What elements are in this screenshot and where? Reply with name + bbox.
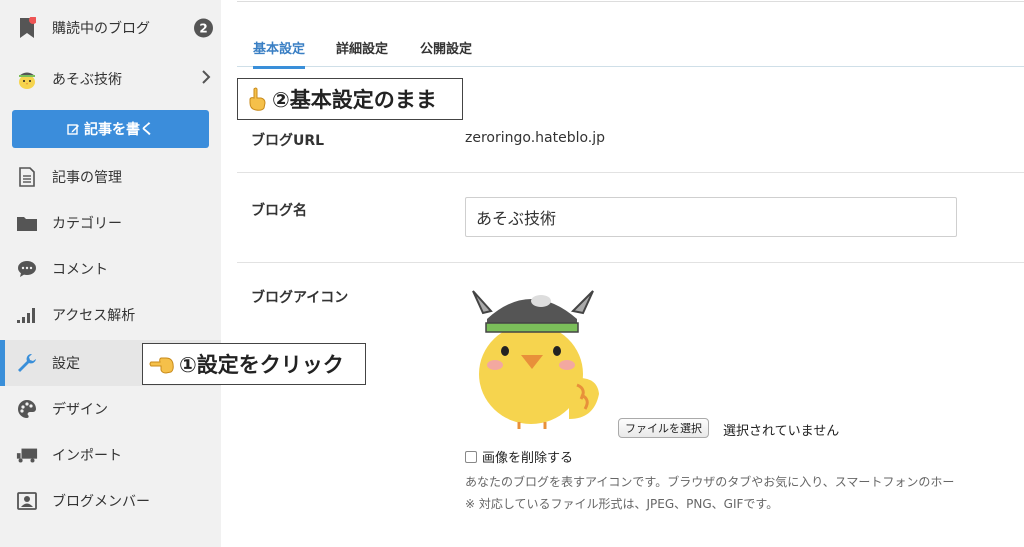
sidebar-item-partial (0, 526, 221, 547)
annotation-step-1-text: ①設定をクリック (179, 353, 344, 377)
folder-icon (16, 212, 38, 234)
sidebar-item-label: アクセス解析 (52, 308, 136, 324)
wrench-icon (16, 352, 38, 374)
file-status-text: 選択されていません (723, 424, 840, 439)
sidebar-item-label: コメント (52, 262, 108, 278)
annotation-step-2: ②基本設定のまま (237, 78, 463, 120)
chevron-right-icon (202, 70, 211, 88)
signal-bars-icon (16, 304, 38, 326)
blog-icon-image (472, 290, 599, 429)
sidebar-item-label: 購読中のブログ (52, 21, 150, 37)
sidebar-item-analytics[interactable]: アクセス解析 (0, 292, 221, 338)
pointing-up-hand-icon (246, 87, 268, 111)
write-article-button[interactable]: 記事を書く (12, 110, 209, 148)
sidebar-item-label: あそぶ技術 (52, 72, 122, 88)
blog-url-value: zeroringo.hateblo.jp (465, 130, 606, 146)
tab-publish-settings[interactable]: 公開設定 (420, 38, 472, 69)
sidebar: 購読中のブログ 2 あそぶ技術 記事を書く 記事の管理 カテゴリー コメント ア… (0, 0, 221, 547)
pointing-left-hand-icon (149, 354, 175, 374)
sidebar-item-members[interactable]: ブログメンバー (0, 478, 221, 524)
settings-tabs: 基本設定 詳細設定 公開設定 (237, 30, 1024, 69)
group-icon (16, 538, 38, 547)
members-icon (16, 490, 38, 512)
icon-help-text: あなたのブログを表すアイコンです。ブラウザのタブやお気に入り、スマートフォンのホ… (465, 475, 955, 489)
delete-image-option[interactable]: 画像を削除する (465, 447, 573, 466)
delete-image-checkbox[interactable] (465, 450, 477, 463)
annotation-step-2-text: ②基本設定のまま (272, 88, 437, 112)
blog-name-label: ブログ名 (251, 203, 307, 219)
sidebar-item-label: カテゴリー (52, 216, 122, 232)
annotation-step-1: ①設定をクリック (142, 343, 366, 385)
sidebar-item-articles[interactable]: 記事の管理 (0, 154, 221, 200)
write-article-label: 記事を書く (84, 122, 154, 138)
blog-name-input[interactable] (465, 197, 957, 237)
blog-url-label: ブログURL (251, 133, 325, 149)
file-format-note: ※ 対応しているファイル形式は、JPEG、PNG、GIFです。 (465, 497, 779, 511)
sidebar-item-label: 記事の管理 (52, 170, 122, 186)
tab-advanced-settings[interactable]: 詳細設定 (336, 38, 388, 69)
sidebar-item-comments[interactable]: コメント (0, 246, 221, 292)
tab-basic-settings[interactable]: 基本設定 (253, 38, 306, 69)
blog-icon-label: ブログアイコン (251, 290, 349, 306)
bookmark-icon (16, 17, 38, 39)
row-divider (237, 262, 1024, 263)
palette-icon (16, 398, 38, 420)
sidebar-item-label: 設定 (52, 356, 80, 372)
delete-image-label: 画像を削除する (482, 451, 574, 466)
choose-file-button[interactable]: ファイルを選択 (618, 418, 709, 438)
row-divider (237, 172, 1024, 173)
sidebar-item-import[interactable]: インポート (0, 432, 221, 478)
sidebar-item-label: ブログメンバー (52, 494, 150, 510)
sidebar-item-design[interactable]: デザイン (0, 386, 221, 432)
comment-icon (16, 258, 38, 280)
top-divider (237, 1, 1024, 2)
blog-avatar-icon (16, 68, 38, 90)
sidebar-item-blog[interactable]: あそぶ技術 (0, 56, 221, 102)
document-icon (16, 166, 38, 188)
unread-count-badge: 2 (194, 18, 213, 38)
truck-icon (16, 444, 38, 466)
sidebar-item-categories[interactable]: カテゴリー (0, 200, 221, 246)
sidebar-item-label: デザイン (52, 402, 108, 418)
edit-icon (67, 123, 80, 136)
sidebar-item-label: インポート (52, 448, 122, 464)
sidebar-item-reading[interactable]: 購読中のブログ 2 (0, 5, 221, 51)
